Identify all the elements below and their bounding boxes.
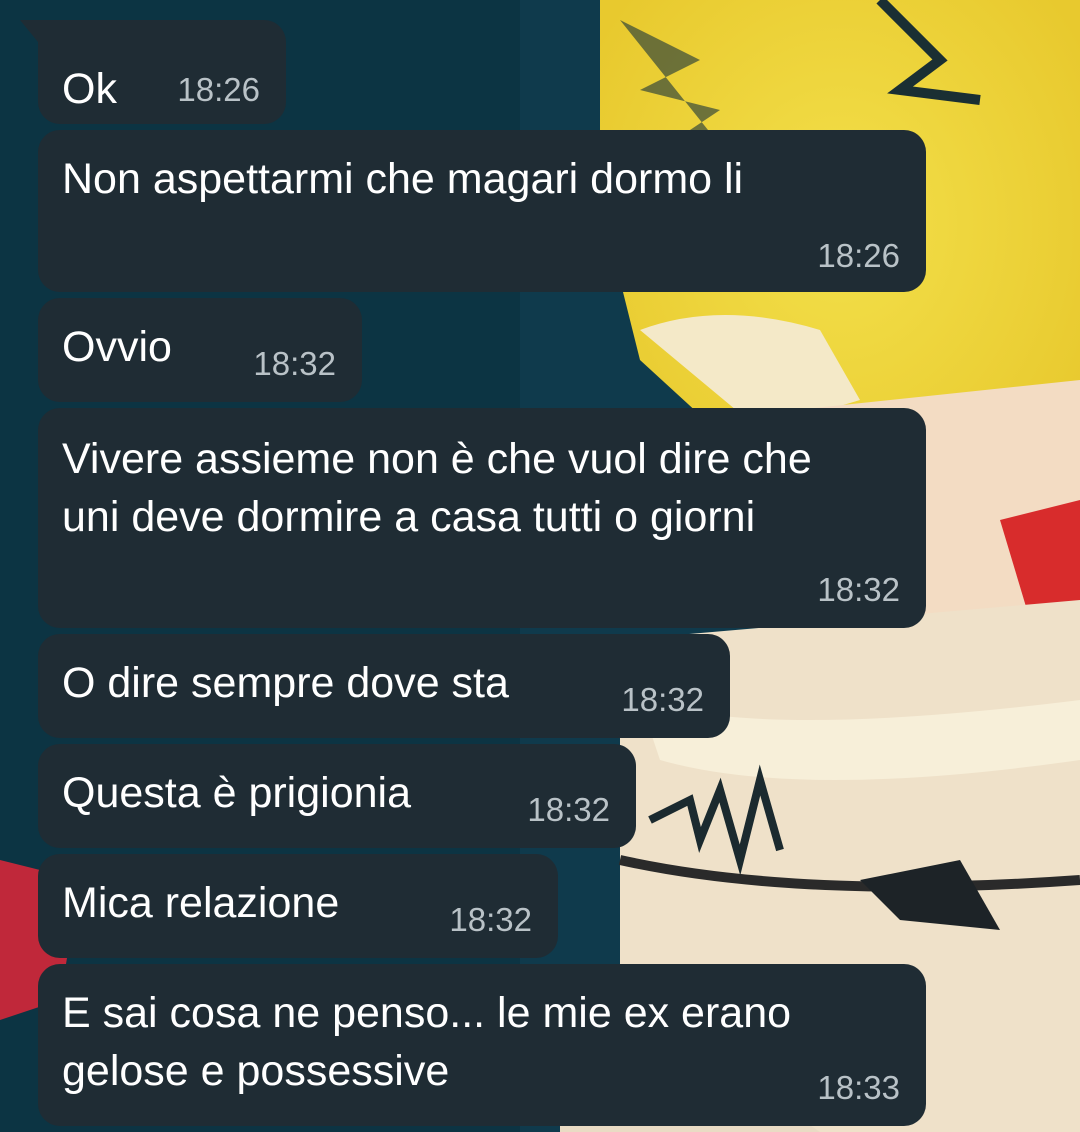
message-bubble[interactable]: Ovvio 18:32: [38, 298, 362, 402]
message-bubble[interactable]: Vivere assieme non è che vuol dire che u…: [38, 408, 926, 628]
message-timestamp: 18:32: [253, 345, 336, 382]
message-bubble[interactable]: E sai cosa ne penso... le mie ex erano g…: [38, 964, 926, 1126]
bubble-tail: [20, 20, 38, 42]
message-timestamp: 18:32: [817, 571, 900, 608]
message-text: E sai cosa ne penso... le mie ex erano g…: [62, 989, 792, 1095]
message-timestamp: 18:26: [177, 71, 260, 108]
message-bubble[interactable]: O dire sempre dove sta 18:32: [38, 634, 730, 738]
message-text: Ovvio: [62, 323, 172, 371]
message-timestamp: 18:32: [621, 681, 704, 718]
message-text: Questa è prigionia: [62, 769, 411, 817]
message-timestamp: 18:26: [817, 237, 900, 274]
message-bubble[interactable]: Ok 18:26: [20, 20, 286, 124]
message-text: Vivere assieme non è che vuol dire che u…: [62, 435, 812, 541]
message-text: Ok: [62, 65, 117, 113]
message-text: O dire sempre dove sta: [62, 659, 509, 707]
message-timestamp: 18:32: [449, 901, 532, 938]
message-text: Mica relazione: [62, 879, 340, 927]
message-timestamp: 18:33: [817, 1069, 900, 1106]
message-bubble[interactable]: Non aspettarmi che magari dormo li 18:26: [38, 130, 926, 292]
message-bubble[interactable]: Mica relazione 18:32: [38, 854, 558, 958]
message-bubble[interactable]: Questa è prigionia 18:32: [38, 744, 636, 848]
message-text: Non aspettarmi che magari dormo li: [62, 155, 744, 203]
message-timestamp: 18:32: [527, 791, 610, 828]
